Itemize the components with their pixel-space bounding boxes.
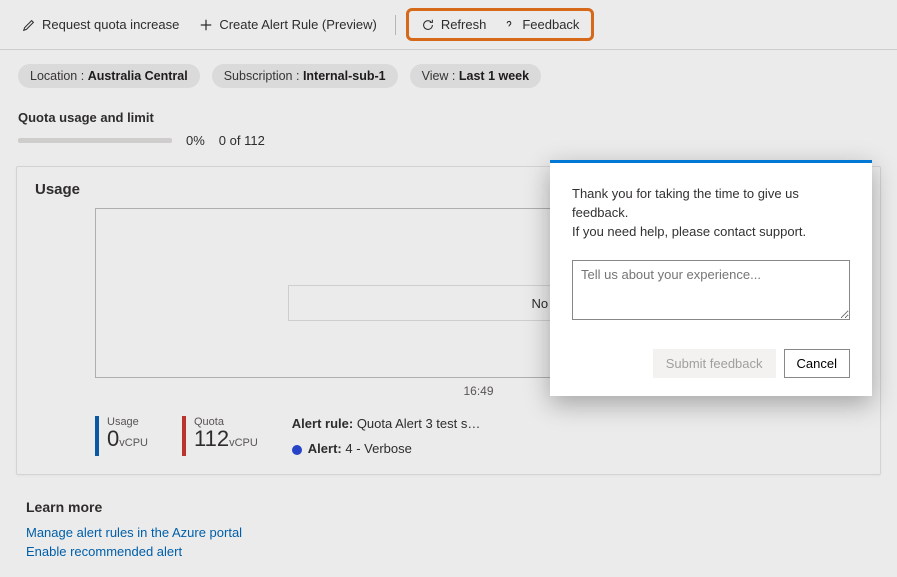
filter-view[interactable]: View : Last 1 week [410,64,541,88]
refresh-button[interactable]: Refresh [413,13,495,36]
quota-progress-row: 0% 0 of 112 [0,131,897,160]
feedback-modal: Thank you for taking the time to give us… [550,160,872,396]
filter-location[interactable]: Location : Australia Central [18,64,200,88]
question-icon [502,18,516,32]
create-alert-button[interactable]: Create Alert Rule (Preview) [191,13,385,36]
legend-usage: Usage 0vCPU [95,416,148,456]
alert-rule-label: Alert rule: [292,416,353,431]
alert-label: Alert: [308,441,342,456]
legend-row: Usage 0vCPU Quota 112vCPU Alert rule: Qu… [95,416,862,456]
alert-value: 4 - Verbose [342,441,412,456]
request-quota-button[interactable]: Request quota increase [14,13,187,36]
cancel-button[interactable]: Cancel [784,349,850,378]
toolbar-separator [395,15,396,35]
quota-of-text: 0 of 112 [219,133,265,148]
quota-title: Quota usage and limit [0,96,897,131]
legend-quota-value: 112 [194,426,229,451]
feedback-button[interactable]: Feedback [494,13,587,36]
toolbar: Request quota increase Create Alert Rule… [0,0,897,50]
feedback-modal-line1: Thank you for taking the time to give us… [572,185,850,223]
feedback-textarea[interactable] [572,260,850,320]
create-alert-label: Create Alert Rule (Preview) [219,17,377,32]
legend-usage-value: 0 [107,426,119,451]
plus-icon [199,18,213,32]
legend-quota: Quota 112vCPU [182,416,258,456]
refresh-icon [421,18,435,32]
alert-dot-icon [292,445,302,455]
filter-pills: Location : Australia Central Subscriptio… [0,50,897,96]
quota-progress-bar [18,138,172,143]
legend-quota-unit: vCPU [229,437,258,449]
legend-usage-unit: vCPU [119,437,148,449]
request-quota-label: Request quota increase [42,17,179,32]
refresh-label: Refresh [441,17,487,32]
pencil-icon [22,18,36,32]
alert-rule-value: Quota Alert 3 test s… [353,416,480,431]
legend-usage-bar [95,416,99,456]
submit-feedback-button[interactable]: Submit feedback [653,349,776,378]
learn-more-title: Learn more [0,485,897,523]
filter-subscription[interactable]: Subscription : Internal-sub-1 [212,64,398,88]
feedback-label: Feedback [522,17,579,32]
link-enable-recommended-alert[interactable]: Enable recommended alert [0,542,897,561]
modal-actions: Submit feedback Cancel [572,349,850,378]
legend-quota-bar [182,416,186,456]
alert-meta: Alert rule: Quota Alert 3 test s… Alert:… [292,416,481,456]
feedback-highlight: Refresh Feedback [406,8,595,41]
feedback-modal-line2: If you need help, please contact support… [572,223,850,242]
link-manage-alert-rules[interactable]: Manage alert rules in the Azure portal [0,523,897,542]
quota-pct: 0% [186,133,205,148]
